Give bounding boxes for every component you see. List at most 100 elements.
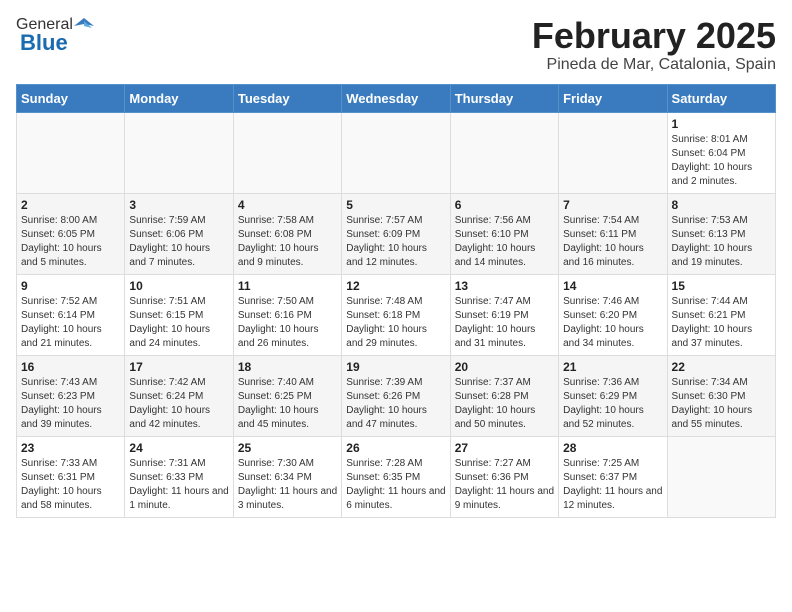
day-info: Sunrise: 7:43 AM Sunset: 6:23 PM Dayligh… <box>21 376 120 432</box>
calendar-cell: 17 Sunrise: 7:42 AM Sunset: 6:24 PM Dayli… <box>125 355 233 436</box>
column-header-monday: Monday <box>125 84 233 112</box>
day-number: 14 <box>563 279 662 293</box>
calendar-cell: 11 Sunrise: 7:50 AM Sunset: 6:16 PM Dayli… <box>233 274 341 355</box>
day-number: 11 <box>238 279 337 293</box>
day-number: 19 <box>346 360 445 374</box>
day-info: Sunrise: 7:33 AM Sunset: 6:31 PM Dayligh… <box>21 457 120 513</box>
column-header-saturday: Saturday <box>667 84 775 112</box>
title-block: February 2025 Pineda de Mar, Catalonia, … <box>532 16 776 74</box>
logo: General Blue <box>16 16 94 56</box>
calendar-header-row: SundayMondayTuesdayWednesdayThursdayFrid… <box>17 84 776 112</box>
day-number: 9 <box>21 279 120 293</box>
day-number: 13 <box>455 279 554 293</box>
day-number: 20 <box>455 360 554 374</box>
day-info: Sunrise: 7:46 AM Sunset: 6:20 PM Dayligh… <box>563 295 662 351</box>
column-header-wednesday: Wednesday <box>342 84 450 112</box>
calendar-week-row: 23 Sunrise: 7:33 AM Sunset: 6:31 PM Dayli… <box>17 436 776 517</box>
day-info: Sunrise: 7:31 AM Sunset: 6:33 PM Dayligh… <box>129 457 228 513</box>
day-info: Sunrise: 7:50 AM Sunset: 6:16 PM Dayligh… <box>238 295 337 351</box>
day-info: Sunrise: 7:37 AM Sunset: 6:28 PM Dayligh… <box>455 376 554 432</box>
calendar-cell: 18Sunrise: 7:40 AM Sunset: 6:25 PM Dayli… <box>233 355 341 436</box>
day-number: 27 <box>455 441 554 455</box>
day-info: Sunrise: 7:30 AM Sunset: 6:34 PM Dayligh… <box>238 457 337 513</box>
calendar-cell: 10Sunrise: 7:51 AM Sunset: 6:15 PM Dayli… <box>125 274 233 355</box>
day-info: Sunrise: 7:44 AM Sunset: 6:21 PM Dayligh… <box>672 295 771 351</box>
calendar-cell: 26Sunrise: 7:28 AM Sunset: 6:35 PM Dayli… <box>342 436 450 517</box>
day-number: 6 <box>455 198 554 212</box>
day-number: 5 <box>346 198 445 212</box>
day-number: 18 <box>238 360 337 374</box>
calendar-cell: 24 Sunrise: 7:31 AM Sunset: 6:33 PM Dayli… <box>125 436 233 517</box>
calendar-cell: 20 Sunrise: 7:37 AM Sunset: 6:28 PM Dayli… <box>450 355 558 436</box>
day-info: Sunrise: 7:42 AM Sunset: 6:24 PM Dayligh… <box>129 376 228 432</box>
day-number: 4 <box>238 198 337 212</box>
day-info: Sunrise: 7:25 AM Sunset: 6:37 PM Dayligh… <box>563 457 662 513</box>
calendar-cell: 3Sunrise: 7:59 AM Sunset: 6:06 PM Daylig… <box>125 193 233 274</box>
calendar-cell: 22 Sunrise: 7:34 AM Sunset: 6:30 PM Dayli… <box>667 355 775 436</box>
calendar-cell: 15 Sunrise: 7:44 AM Sunset: 6:21 PM Dayli… <box>667 274 775 355</box>
calendar-cell: 12 Sunrise: 7:48 AM Sunset: 6:18 PM Dayli… <box>342 274 450 355</box>
day-number: 28 <box>563 441 662 455</box>
calendar-week-row: 9Sunrise: 7:52 AM Sunset: 6:14 PM Daylig… <box>17 274 776 355</box>
day-info: Sunrise: 7:34 AM Sunset: 6:30 PM Dayligh… <box>672 376 771 432</box>
day-number: 8 <box>672 198 771 212</box>
page-header: General Blue February 2025 Pineda de Mar… <box>16 16 776 74</box>
day-number: 21 <box>563 360 662 374</box>
logo-bird-icon <box>74 16 94 34</box>
day-info: Sunrise: 7:56 AM Sunset: 6:10 PM Dayligh… <box>455 214 554 270</box>
calendar-week-row: 16 Sunrise: 7:43 AM Sunset: 6:23 PM Dayli… <box>17 355 776 436</box>
calendar-cell <box>342 112 450 193</box>
day-info: Sunrise: 8:00 AM Sunset: 6:05 PM Dayligh… <box>21 214 120 270</box>
column-header-sunday: Sunday <box>17 84 125 112</box>
calendar-cell: 8 Sunrise: 7:53 AM Sunset: 6:13 PM Daylig… <box>667 193 775 274</box>
calendar-cell: 7 Sunrise: 7:54 AM Sunset: 6:11 PM Daylig… <box>559 193 667 274</box>
day-info: Sunrise: 7:53 AM Sunset: 6:13 PM Dayligh… <box>672 214 771 270</box>
day-number: 22 <box>672 360 771 374</box>
calendar-cell: 16 Sunrise: 7:43 AM Sunset: 6:23 PM Dayli… <box>17 355 125 436</box>
calendar-cell: 28 Sunrise: 7:25 AM Sunset: 6:37 PM Dayli… <box>559 436 667 517</box>
calendar-cell <box>125 112 233 193</box>
day-info: Sunrise: 7:54 AM Sunset: 6:11 PM Dayligh… <box>563 214 662 270</box>
day-info: Sunrise: 7:57 AM Sunset: 6:09 PM Dayligh… <box>346 214 445 270</box>
day-info: Sunrise: 7:48 AM Sunset: 6:18 PM Dayligh… <box>346 295 445 351</box>
calendar-cell <box>667 436 775 517</box>
day-number: 16 <box>21 360 120 374</box>
day-number: 23 <box>21 441 120 455</box>
day-number: 25 <box>238 441 337 455</box>
day-number: 1 <box>672 117 771 131</box>
column-header-tuesday: Tuesday <box>233 84 341 112</box>
day-info: Sunrise: 7:58 AM Sunset: 6:08 PM Dayligh… <box>238 214 337 270</box>
calendar-week-row: 1 Sunrise: 8:01 AM Sunset: 6:04 PM Daylig… <box>17 112 776 193</box>
day-info: Sunrise: 8:01 AM Sunset: 6:04 PM Dayligh… <box>672 133 771 189</box>
day-number: 24 <box>129 441 228 455</box>
calendar-cell: 25 Sunrise: 7:30 AM Sunset: 6:34 PM Dayli… <box>233 436 341 517</box>
column-header-friday: Friday <box>559 84 667 112</box>
day-info: Sunrise: 7:39 AM Sunset: 6:26 PM Dayligh… <box>346 376 445 432</box>
day-number: 15 <box>672 279 771 293</box>
day-number: 7 <box>563 198 662 212</box>
day-number: 12 <box>346 279 445 293</box>
day-info: Sunrise: 7:27 AM Sunset: 6:36 PM Dayligh… <box>455 457 554 513</box>
calendar-table: SundayMondayTuesdayWednesdayThursdayFrid… <box>16 84 776 518</box>
day-info: Sunrise: 7:59 AM Sunset: 6:06 PM Dayligh… <box>129 214 228 270</box>
day-number: 2 <box>21 198 120 212</box>
month-year-title: February 2025 <box>532 16 776 56</box>
calendar-cell <box>450 112 558 193</box>
day-number: 10 <box>129 279 228 293</box>
day-info: Sunrise: 7:47 AM Sunset: 6:19 PM Dayligh… <box>455 295 554 351</box>
calendar-cell <box>559 112 667 193</box>
calendar-cell: 27 Sunrise: 7:27 AM Sunset: 6:36 PM Dayli… <box>450 436 558 517</box>
day-info: Sunrise: 7:28 AM Sunset: 6:35 PM Dayligh… <box>346 457 445 513</box>
calendar-cell <box>17 112 125 193</box>
calendar-cell: 5 Sunrise: 7:57 AM Sunset: 6:09 PM Daylig… <box>342 193 450 274</box>
calendar-cell: 6 Sunrise: 7:56 AM Sunset: 6:10 PM Daylig… <box>450 193 558 274</box>
day-info: Sunrise: 7:36 AM Sunset: 6:29 PM Dayligh… <box>563 376 662 432</box>
column-header-thursday: Thursday <box>450 84 558 112</box>
day-number: 17 <box>129 360 228 374</box>
calendar-cell: 14 Sunrise: 7:46 AM Sunset: 6:20 PM Dayli… <box>559 274 667 355</box>
calendar-cell: 19 Sunrise: 7:39 AM Sunset: 6:26 PM Dayli… <box>342 355 450 436</box>
calendar-cell: 4 Sunrise: 7:58 AM Sunset: 6:08 PM Daylig… <box>233 193 341 274</box>
calendar-cell <box>233 112 341 193</box>
calendar-cell: 1 Sunrise: 8:01 AM Sunset: 6:04 PM Daylig… <box>667 112 775 193</box>
calendar-cell: 9Sunrise: 7:52 AM Sunset: 6:14 PM Daylig… <box>17 274 125 355</box>
